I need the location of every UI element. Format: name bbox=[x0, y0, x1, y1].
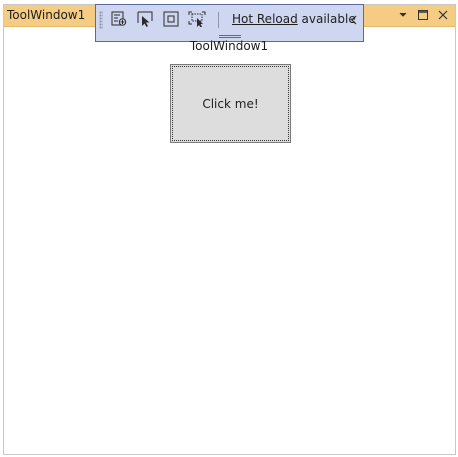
display-layout-adorners-icon[interactable] bbox=[160, 9, 182, 29]
track-focus-icon[interactable] bbox=[186, 9, 208, 29]
window-title: ToolWindow1 bbox=[7, 8, 86, 22]
select-element-icon[interactable] bbox=[134, 9, 156, 29]
hot-reload-status: Hot Reload available bbox=[232, 12, 356, 26]
toolbar-expand-handle[interactable] bbox=[219, 35, 241, 38]
toolbar-grip[interactable] bbox=[99, 11, 103, 29]
window-controls bbox=[395, 7, 451, 23]
live-visual-tree-icon[interactable] bbox=[108, 9, 130, 29]
click-me-button[interactable]: Click me! bbox=[170, 64, 291, 143]
hot-reload-link[interactable]: Hot Reload bbox=[232, 12, 298, 26]
close-icon[interactable] bbox=[435, 7, 451, 23]
chevron-down-icon[interactable] bbox=[395, 7, 411, 23]
toolbar-separator bbox=[218, 12, 219, 28]
in-app-toolbar: Hot Reload available bbox=[95, 4, 364, 42]
content-title: ToolWindow1 bbox=[189, 39, 269, 53]
maximize-icon[interactable] bbox=[415, 7, 431, 23]
chevron-left-icon[interactable] bbox=[347, 12, 359, 28]
